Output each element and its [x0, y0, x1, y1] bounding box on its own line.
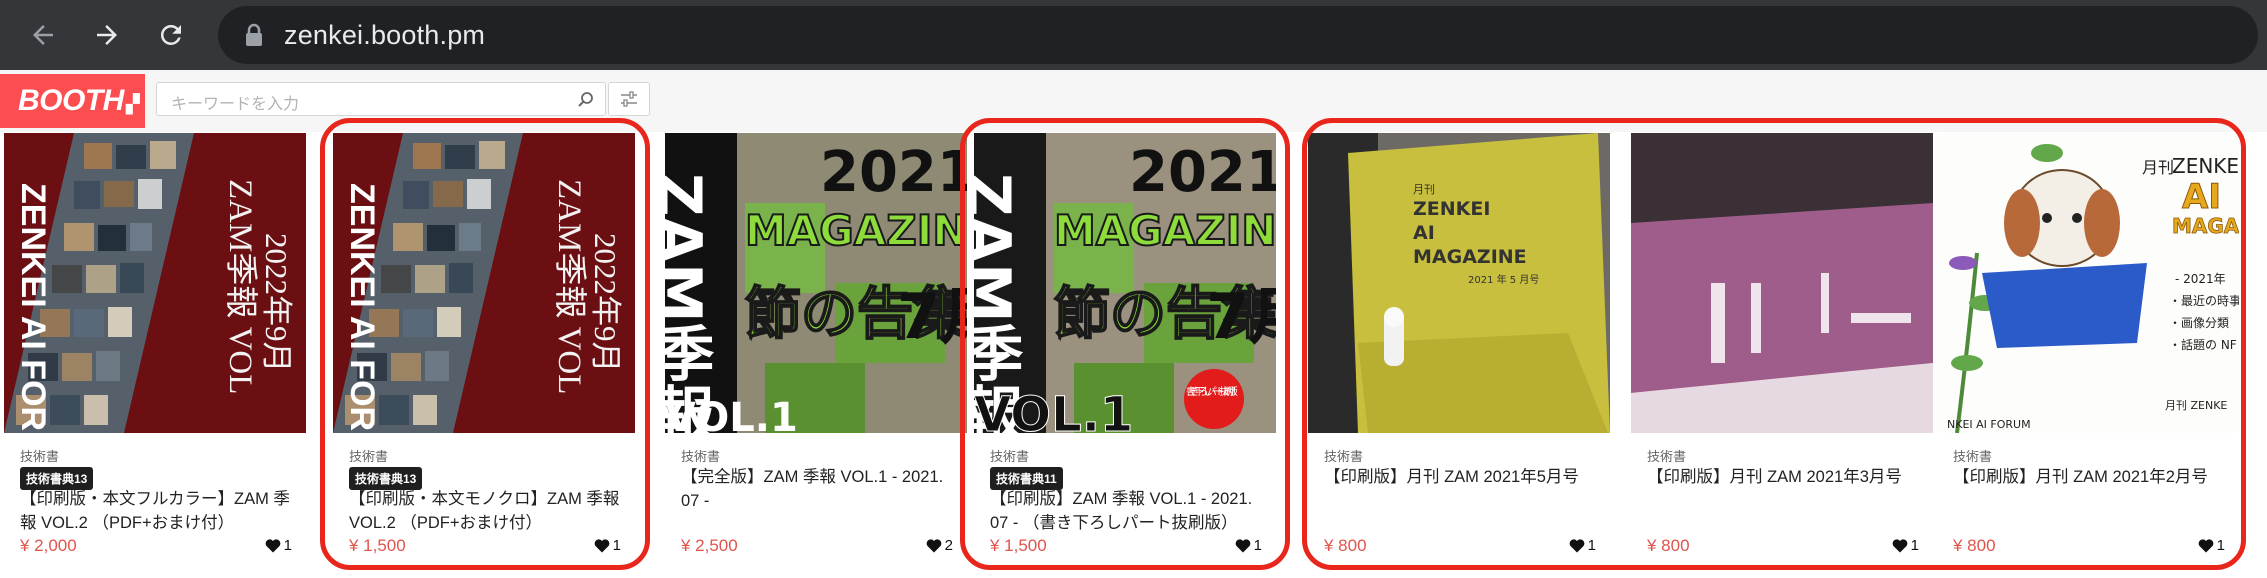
highlight-box: [320, 118, 650, 570]
product-cover-image[interactable]: ZAM季報 2021 MAGAZINE 節の告集 7月 VOL.1: [665, 133, 967, 433]
sliders-icon: [621, 91, 637, 107]
search-icon[interactable]: [577, 91, 595, 109]
reload-button[interactable]: [146, 10, 196, 60]
booth-logo[interactable]: BOOTH ▞: [0, 74, 145, 128]
heart-icon: [926, 539, 942, 553]
reload-icon: [160, 24, 181, 45]
highlight-box: [960, 118, 1290, 570]
cover-vol-text: VOL.1: [665, 395, 798, 433]
filter-button[interactable]: [608, 82, 650, 116]
like-button[interactable]: 1: [265, 537, 292, 554]
category-label[interactable]: 技術書: [681, 446, 720, 465]
like-button[interactable]: 2: [926, 537, 953, 554]
cover-title-text: ZAM季報 VOL: [222, 179, 259, 394]
product-title[interactable]: 【印刷版・本文フルカラー】ZAM 季報 VOL.2 （PDF+おまけ付）: [20, 487, 292, 535]
heart-icon: [265, 539, 281, 553]
address-bar[interactable]: zenkei.booth.pm: [218, 6, 2258, 64]
arrow-right-icon: [97, 25, 117, 45]
logo-text: BOOTH: [18, 84, 124, 117]
product-cover-image[interactable]: ZENKEI AI FORUM ZAM季報 VOL 2022年9月: [4, 133, 306, 433]
search-placeholder: キーワードを入力: [171, 96, 300, 113]
cover-vertical-text: ZAM季報: [665, 173, 714, 433]
cover-date-text: 2022年9月: [259, 233, 294, 373]
cover-month-text: 7月: [897, 280, 967, 353]
product-card[interactable]: ZAM季報 2021 MAGAZINE 節の告集 7月 VOL.1 技術書 【完…: [665, 133, 967, 569]
cover-year-text: 2021: [820, 140, 967, 205]
cover-side-text: ZENKEI AI FORUM: [14, 183, 52, 433]
product-price: ¥ 2,000: [20, 536, 77, 555]
cover-magazine-text: MAGAZINE: [745, 206, 967, 255]
lock-icon: [246, 23, 262, 46]
search-input[interactable]: キーワードを入力: [156, 82, 606, 116]
url-text: zenkei.booth.pm: [284, 20, 486, 50]
product-card[interactable]: ZENKEI AI FORUM ZAM季報 VOL 2022年9月 技術書 技術…: [4, 133, 306, 569]
back-button[interactable]: [18, 10, 68, 60]
browser-toolbar: zenkei.booth.pm: [0, 0, 2267, 70]
like-count: 1: [283, 537, 292, 554]
forward-button[interactable]: [82, 10, 132, 60]
category-label[interactable]: 技術書: [20, 446, 59, 465]
highlight-box: [1302, 118, 2246, 570]
product-price: ¥ 2,500: [681, 536, 738, 555]
arrow-left-icon: [33, 25, 53, 45]
dog-icon: ▞: [125, 94, 140, 114]
like-count: 2: [944, 537, 953, 554]
product-title[interactable]: 【完全版】ZAM 季報 VOL.1 - 2021. 07 -: [681, 465, 953, 513]
